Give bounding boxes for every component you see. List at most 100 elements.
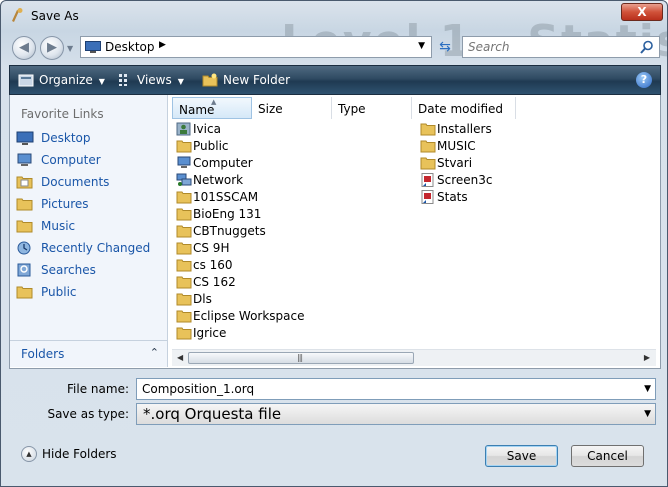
views-dropdown-icon: ▼ (177, 77, 184, 86)
sidebar-item-recently-changed[interactable]: Recently Changed (16, 238, 164, 258)
column-header-size[interactable]: Size (252, 97, 332, 119)
recent-pages-dropdown[interactable]: ▼ (67, 44, 73, 53)
file-item[interactable]: Network (176, 172, 406, 189)
scrollbar-thumb[interactable]: ||| (188, 352, 414, 364)
file-list: ▲ Name Size Type Date modified Ivica Publ… (170, 95, 660, 367)
sidebar-item-label: Computer (41, 153, 101, 167)
folder-icon (176, 139, 192, 153)
folders-toggle[interactable]: Folders ⌃ (10, 340, 167, 367)
sidebar-item-documents[interactable]: Documents (16, 172, 164, 192)
file-item[interactable]: CS 9H (176, 240, 406, 257)
file-name: Ivica (193, 122, 221, 136)
views-menu[interactable]: Views ▼ (118, 73, 184, 87)
network-icon (176, 173, 192, 187)
close-button[interactable]: X (621, 3, 663, 21)
file-name-value[interactable]: Composition_1.orq (142, 382, 254, 396)
scroll-right-icon[interactable]: ▶ (644, 353, 650, 362)
file-name: Stvari (437, 156, 473, 170)
horizontal-scrollbar[interactable]: ◀ ||| ▶ (172, 349, 656, 366)
cancel-button[interactable]: Cancel (571, 445, 644, 467)
file-name: Dls (193, 292, 212, 306)
folder-icon (176, 190, 192, 204)
file-name: CBTnuggets (193, 224, 266, 238)
shortcut-icon (420, 190, 436, 204)
folder-icon (176, 224, 192, 238)
user-folder-icon (176, 122, 192, 136)
file-item[interactable]: CBTnuggets (176, 223, 406, 240)
file-item[interactable]: BioEng 131 (176, 206, 406, 223)
help-button[interactable]: ? (636, 72, 652, 88)
breadcrumb-separator-icon[interactable]: ▶ (159, 40, 166, 50)
chevron-down-icon[interactable]: ▼ (644, 379, 651, 399)
file-item[interactable]: Eclipse Workspace (176, 308, 406, 325)
views-label: Views (137, 73, 172, 87)
address-row: ◀ ▶ ▼ Desktop ▶ ▼ ⇆ (1, 32, 667, 62)
refresh-button[interactable]: ⇆ (433, 36, 457, 58)
sidebar-item-music[interactable]: Music (16, 216, 164, 236)
search-icon[interactable] (640, 40, 654, 54)
file-item[interactable]: Stats (420, 189, 650, 206)
save-as-type-select[interactable]: *.orq Orquesta file ▼ (136, 403, 656, 425)
folder-icon (420, 122, 436, 136)
sidebar-item-desktop[interactable]: Desktop (16, 128, 164, 148)
file-name: Screen3c (437, 173, 493, 187)
file-item[interactable]: Dls (176, 291, 406, 308)
new-folder-icon (202, 73, 218, 87)
folder-icon (420, 156, 436, 170)
file-name: CS 162 (193, 275, 236, 289)
file-name: Computer (193, 156, 253, 170)
file-item[interactable]: Screen3c (420, 172, 650, 189)
sidebar-item-pictures[interactable]: Pictures (16, 194, 164, 214)
scroll-left-icon[interactable]: ◀ (177, 353, 183, 362)
file-name: BioEng 131 (193, 207, 262, 221)
file-item[interactable]: Stvari (420, 155, 650, 172)
back-button[interactable]: ◀ (12, 36, 36, 60)
organize-menu[interactable]: Organize ▼ (18, 73, 105, 87)
sidebar-item-label: Documents (41, 175, 110, 189)
file-item[interactable]: Igrice (176, 325, 406, 342)
file-name: Igrice (193, 326, 227, 340)
file-name: Public (193, 139, 229, 153)
file-name: Installers (437, 122, 492, 136)
file-item[interactable]: Computer (176, 155, 406, 172)
sidebar-item-computer[interactable]: Computer (16, 150, 164, 170)
search-input[interactable] (468, 40, 628, 54)
sidebar-item-label: Recently Changed (41, 241, 151, 255)
computer-icon (176, 156, 192, 170)
save-type-row: Save as type: *.orq Orquesta file ▼ (1, 403, 667, 427)
sidebar-item-searches[interactable]: Searches (16, 260, 164, 280)
file-item[interactable]: CS 162 (176, 274, 406, 291)
column-header-date-modified[interactable]: Date modified (412, 97, 516, 119)
forward-button[interactable]: ▶ (40, 36, 64, 60)
file-name: Stats (437, 190, 468, 204)
grip-icon: ||| (297, 353, 303, 362)
save-as-type-value[interactable]: *.orq Orquesta file (143, 405, 281, 423)
file-item[interactable]: 101SSCAM (176, 189, 406, 206)
file-item[interactable]: Installers (420, 121, 650, 138)
file-name-label: File name: (67, 382, 129, 396)
file-item[interactable]: Ivica (176, 121, 406, 138)
address-dropdown-icon[interactable]: ▼ (418, 41, 425, 51)
file-name-field[interactable]: Composition_1.orq ▼ (136, 378, 656, 400)
column-header-type[interactable]: Type (332, 97, 412, 119)
file-name-row: File name: Composition_1.orq ▼ (1, 378, 667, 402)
sidebar-item-public[interactable]: Public (16, 282, 164, 302)
file-item[interactable]: MUSIC (420, 138, 650, 155)
file-item[interactable]: cs 160 (176, 257, 406, 274)
search-box[interactable] (462, 36, 660, 58)
folder-icon (176, 241, 192, 255)
sidebar-item-label: Public (41, 285, 77, 299)
address-bar[interactable]: Desktop ▶ ▼ (80, 36, 432, 58)
file-item[interactable]: Public (176, 138, 406, 155)
address-location[interactable]: Desktop (105, 40, 155, 54)
organize-label: Organize (39, 73, 93, 87)
file-name: CS 9H (193, 241, 230, 255)
chevron-down-icon[interactable]: ▼ (644, 404, 651, 424)
title-bar: Save As Level 1 - Statistics X (1, 1, 667, 67)
sidebar-item-label: Desktop (41, 131, 91, 145)
save-button[interactable]: Save (485, 445, 558, 467)
new-folder-button[interactable]: New Folder (202, 73, 290, 87)
column-header-name[interactable]: ▲ Name (172, 97, 252, 119)
browser-panel: Favorite Links Desktop Computer Document… (9, 95, 661, 369)
hide-folders-label: Hide Folders (42, 447, 117, 461)
